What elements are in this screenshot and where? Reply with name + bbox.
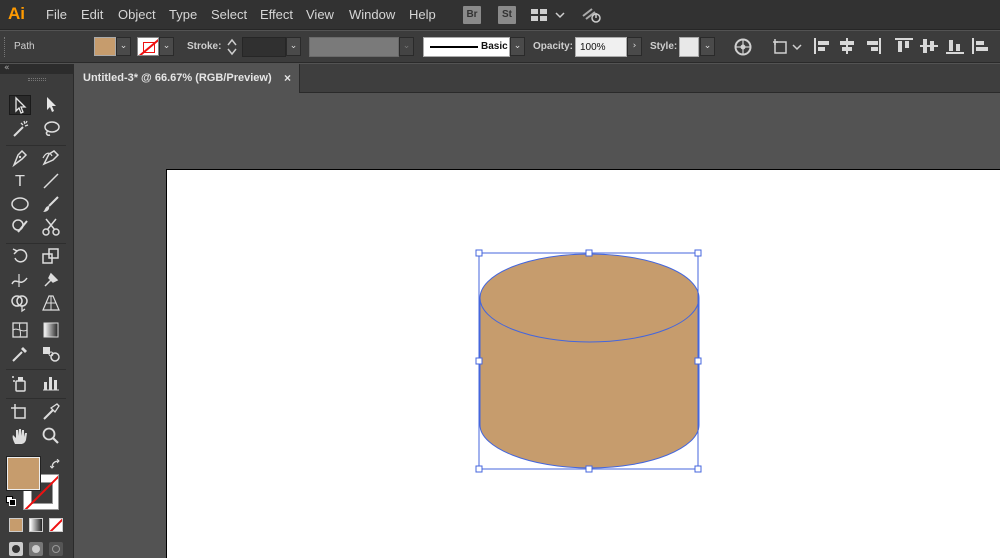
- artwork-layer: [475, 249, 702, 473]
- cylinder-top-ellipse[interactable]: [479, 253, 700, 343]
